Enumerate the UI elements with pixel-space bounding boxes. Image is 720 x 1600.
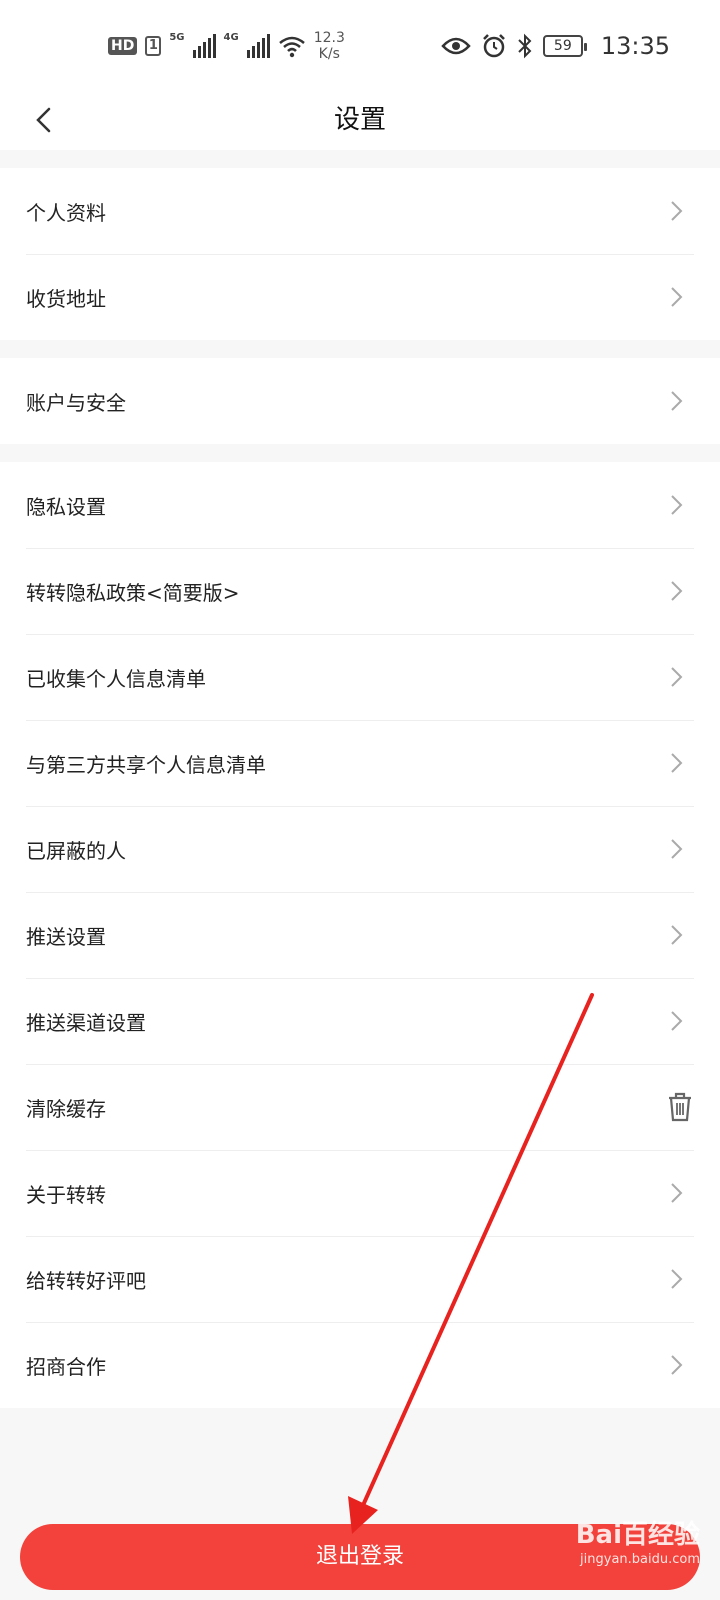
watermark-site: jingyan.baidu.com [580,1552,700,1567]
back-button[interactable] [22,98,66,142]
chevron-right-icon [671,753,683,773]
row-privacy-policy[interactable]: 转转隐私政策<简要版> [0,548,720,634]
chevron-right-icon [671,925,683,945]
row-account-security[interactable]: 账户与安全 [0,358,720,444]
row-label: 已屏蔽的人 [26,838,126,863]
row-label: 隐私设置 [26,494,106,519]
watermark-brand: Bai百经验 [575,1520,700,1550]
row-business-cooperation[interactable]: 招商合作 [0,1322,720,1408]
network-speed: 12.3 K/s [314,30,345,62]
chevron-right-icon [671,667,683,687]
row-label: 账户与安全 [26,390,126,415]
row-rate-app[interactable]: 给转转好评吧 [0,1236,720,1322]
status-right: 59 13:35 [441,26,670,66]
hd-badge: HD [108,37,138,55]
row-label: 已收集个人信息清单 [26,666,206,691]
row-push-settings[interactable]: 推送设置 [0,892,720,978]
row-label: 关于转转 [26,1182,106,1207]
battery-icon: 59 [542,35,587,57]
settings-group-account: 账户与安全 [0,358,720,444]
settings-group-profile: 个人资料 收货地址 [0,168,720,340]
speed-value: 12.3 [313,30,345,46]
row-label: 个人资料 [26,200,106,225]
status-left: HD 1 5G 4G 12.3 K/s [108,26,345,66]
row-label: 与第三方共享个人信息清单 [26,752,266,777]
row-label: 转转隐私政策<简要版> [26,580,240,605]
settings-group-privacy: 隐私设置 转转隐私政策<简要版> 已收集个人信息清单 与第三方共享个人信息清单 … [0,462,720,1408]
clock: 13:35 [600,32,670,60]
row-privacy-settings[interactable]: 隐私设置 [0,462,720,548]
nav-header: 设置 [0,90,720,150]
wifi-icon [278,36,305,58]
row-third-party-info[interactable]: 与第三方共享个人信息清单 [0,720,720,806]
row-collected-info[interactable]: 已收集个人信息清单 [0,634,720,720]
sim-badge: 1 [145,36,162,56]
chevron-left-icon [36,107,51,133]
chevron-right-icon [671,1355,683,1375]
trash-icon[interactable] [666,1091,694,1123]
chevron-right-icon [671,287,683,307]
chevron-right-icon [671,1183,683,1203]
row-label: 收货地址 [26,286,106,311]
signal-icon [192,34,216,58]
row-blocked-users[interactable]: 已屏蔽的人 [0,806,720,892]
speed-unit: K/s [318,46,340,62]
chevron-right-icon [671,581,683,601]
network-4g-label: 4G [223,32,239,43]
network-5g-label: 5G [169,32,185,43]
chevron-right-icon [671,1011,683,1031]
row-shipping-address[interactable]: 收货地址 [0,254,720,340]
signal-icon [246,34,270,58]
row-push-channel-settings[interactable]: 推送渠道设置 [0,978,720,1064]
chevron-right-icon [671,201,683,221]
chevron-right-icon [671,839,683,859]
chevron-right-icon [671,495,683,515]
row-label: 招商合作 [26,1354,106,1379]
baidu-jingyan-watermark: Bai百经验 jingyan.baidu.com [576,1518,700,1568]
row-clear-cache[interactable]: 清除缓存 [0,1064,720,1150]
row-label: 推送设置 [26,924,106,949]
row-about[interactable]: 关于转转 [0,1150,720,1236]
row-profile[interactable]: 个人资料 [0,168,720,254]
row-label: 推送渠道设置 [26,1010,146,1035]
settings-page: HD 1 5G 4G 12.3 K/s 59 13:35 设置 个人资料 收货地… [0,0,720,1600]
eye-icon [441,37,471,55]
row-label: 清除缓存 [26,1096,106,1121]
chevron-right-icon [671,1269,683,1289]
row-label: 给转转好评吧 [26,1268,146,1293]
page-title: 设置 [333,105,386,135]
alarm-icon [482,34,505,58]
bluetooth-icon [518,33,532,59]
status-bar: HD 1 5G 4G 12.3 K/s 59 13:35 [0,0,720,90]
chevron-right-icon [671,391,683,411]
